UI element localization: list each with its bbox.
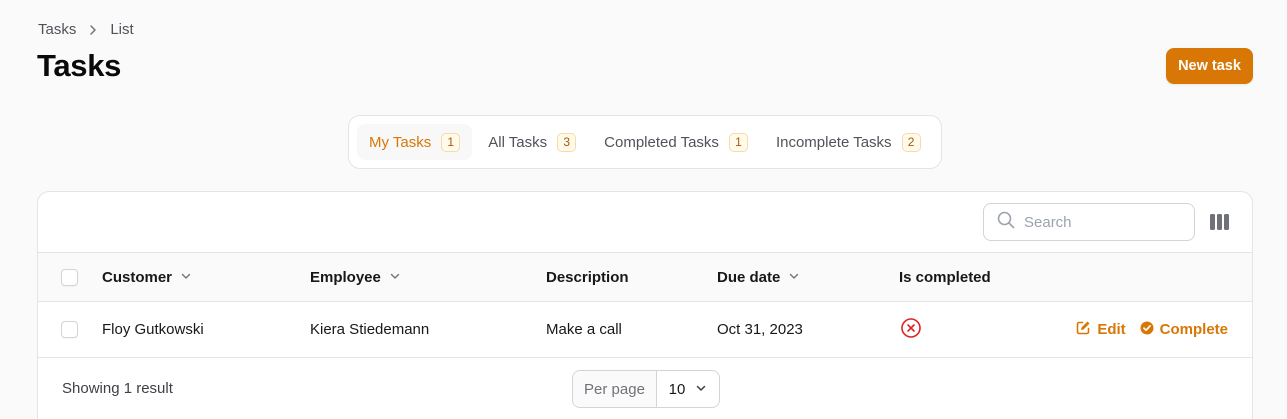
cell-description: Make a call (546, 321, 622, 338)
column-header-customer[interactable]: Customer (102, 253, 192, 301)
breadcrumb-item-tasks[interactable]: Tasks (38, 21, 76, 38)
column-label: Description (546, 268, 629, 286)
search-icon (997, 211, 1015, 234)
complete-label: Complete (1159, 321, 1228, 338)
row-select-cell (61, 302, 78, 357)
table-header: Customer Employee Description Due date I… (38, 253, 1252, 302)
tab-all-tasks[interactable]: All Tasks 3 (476, 124, 588, 160)
table-footer: Showing 1 result Per page 10 (38, 358, 1252, 419)
search-box[interactable] (983, 203, 1195, 241)
tasks-table-card: Customer Employee Description Due date I… (37, 191, 1253, 419)
tab-label: Incomplete Tasks (775, 133, 892, 151)
cell-customer: Floy Gutkowski (102, 321, 204, 338)
breadcrumb: Tasks List (38, 21, 134, 38)
edit-label: Edit (1097, 321, 1126, 338)
column-label: Due date (717, 268, 781, 286)
tab-count-badge: 2 (901, 132, 921, 152)
x-circle-icon (900, 317, 922, 343)
table-row[interactable]: Floy Gutkowski Kiera Stiedemann Make a c… (38, 302, 1252, 358)
chevron-down-icon (180, 269, 192, 286)
columns-toggle-icon[interactable] (1208, 212, 1230, 232)
per-page-control: Per page 10 (572, 370, 720, 408)
per-page-label: Per page (573, 371, 657, 407)
tab-incomplete-tasks[interactable]: Incomplete Tasks 2 (764, 124, 933, 160)
row-checkbox[interactable] (61, 321, 78, 338)
per-page-select[interactable]: 10 (657, 371, 719, 407)
chevron-down-icon (695, 381, 707, 398)
column-label: Employee (310, 268, 381, 286)
complete-button[interactable]: Complete (1140, 321, 1228, 339)
table-toolbar (38, 192, 1252, 253)
new-task-button[interactable]: New task (1166, 48, 1253, 84)
page-title: Tasks (37, 48, 122, 83)
edit-button[interactable]: Edit (1076, 320, 1126, 339)
chevron-down-icon (389, 269, 401, 286)
chevron-down-icon (788, 269, 800, 286)
tab-my-tasks[interactable]: My Tasks 1 (357, 124, 473, 160)
breadcrumb-item-list: List (110, 21, 134, 38)
tab-completed-tasks[interactable]: Completed Tasks 1 (592, 124, 760, 160)
column-header-employee[interactable]: Employee (310, 253, 401, 301)
tab-label: My Tasks (369, 133, 432, 151)
cell-due-date: Oct 31, 2023 (717, 321, 803, 338)
check-badge-icon (1140, 321, 1154, 339)
cell-employee: Kiera Stiedemann (310, 321, 430, 338)
column-label: Customer (102, 268, 173, 286)
tab-count-badge: 1 (441, 132, 461, 152)
select-all-checkbox[interactable] (61, 268, 78, 286)
column-header-due-date[interactable]: Due date (717, 253, 800, 301)
result-count: Showing 1 result (62, 379, 173, 397)
column-label: Is completed (899, 268, 991, 286)
tab-label: Completed Tasks (604, 133, 719, 151)
chevron-right-icon (86, 23, 100, 37)
tab-count-badge: 3 (557, 132, 577, 152)
row-actions: Edit Complete (1076, 302, 1228, 357)
tab-count-badge: 1 (728, 132, 748, 152)
column-header-is-completed: Is completed (899, 253, 991, 301)
tab-label: All Tasks (488, 133, 548, 151)
column-header-description: Description (546, 253, 629, 301)
per-page-value: 10 (668, 380, 686, 398)
select-all-cell (61, 253, 78, 301)
search-input[interactable] (1024, 213, 1184, 231)
cell-is-completed (900, 302, 922, 357)
edit-icon (1076, 320, 1091, 339)
tabs: My Tasks 1 All Tasks 3 Completed Tasks 1… (348, 115, 942, 169)
